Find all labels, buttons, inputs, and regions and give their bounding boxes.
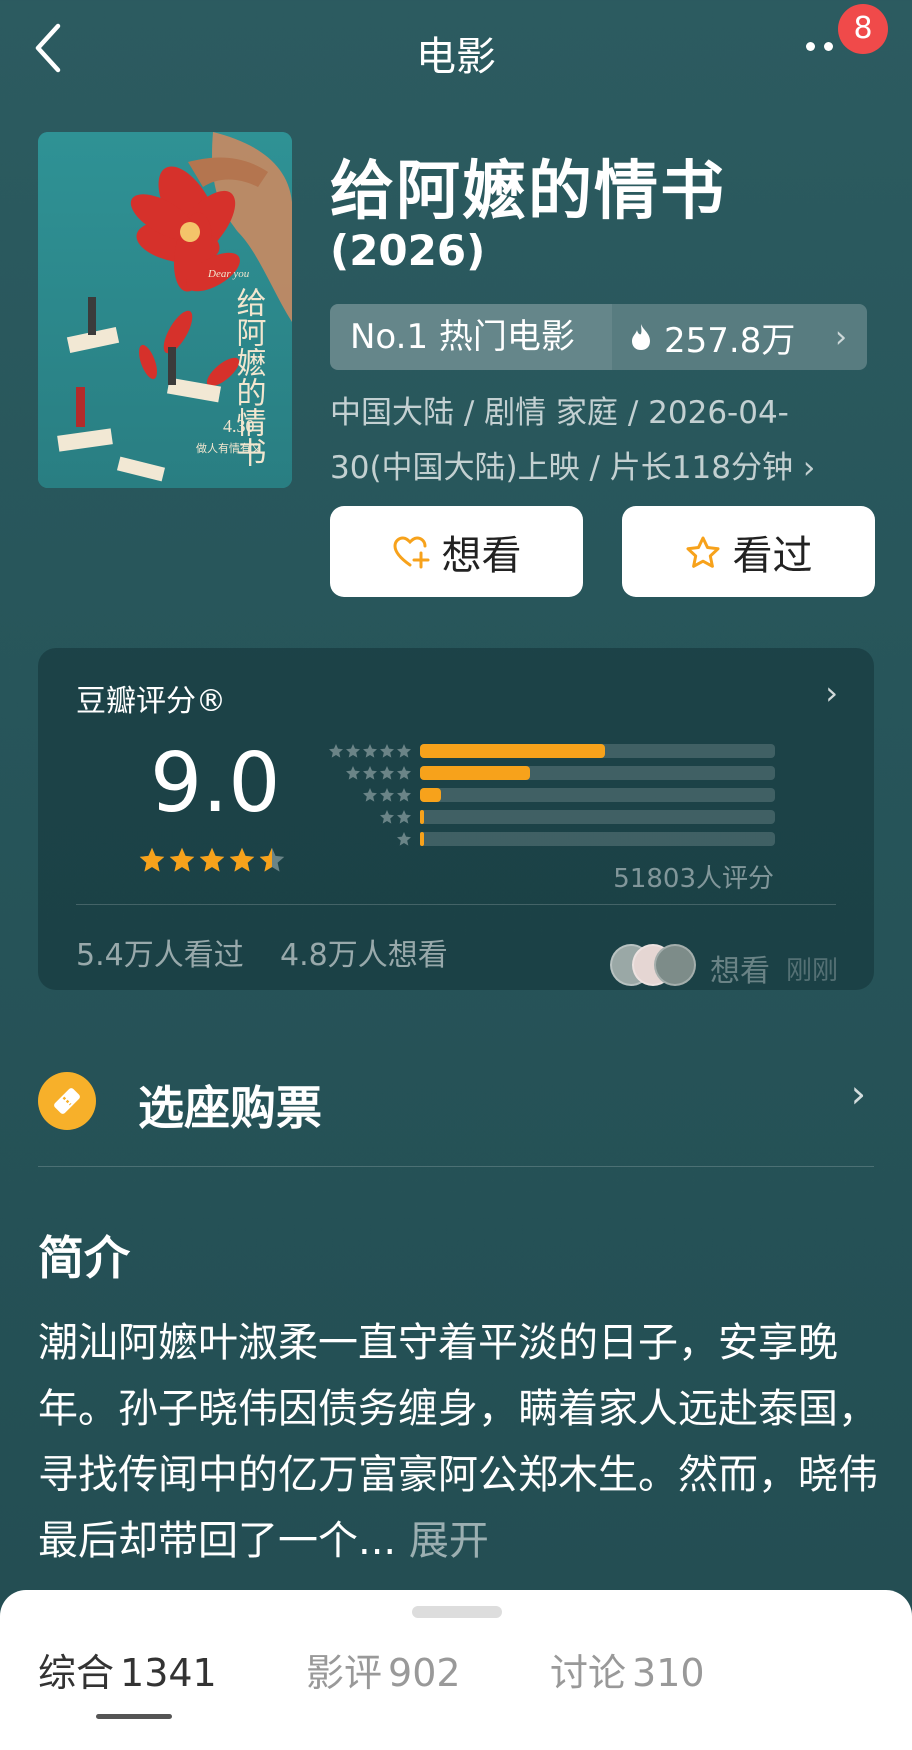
rating-bar-track xyxy=(420,744,775,758)
star-small-icon xyxy=(363,766,377,780)
star-filled-icon xyxy=(229,847,255,872)
intro-text: 潮汕阿嬷叶淑柔一直守着平淡的日子，安享晚年。孙子晓伟因债务缠身，瞒着家人远赴泰国… xyxy=(38,1310,880,1574)
rating-title: 豆瓣评分® xyxy=(76,684,226,719)
rating-row-5-star xyxy=(318,742,775,760)
star-small-icon xyxy=(397,744,411,758)
movie-title: 给阿嬷的情书 xyxy=(330,155,726,229)
poster-date-text: 4.30 xyxy=(223,416,255,436)
activity-action: 想看 xyxy=(710,954,770,989)
rating-row-1-star xyxy=(318,830,775,848)
heat-value-container: 257.8万 › xyxy=(612,304,867,370)
rating-bar-fill xyxy=(420,810,424,824)
rating-bar-fill xyxy=(420,788,441,802)
heat-value: 257.8万 xyxy=(664,320,796,361)
rank-label: No.1 热门电影 xyxy=(330,304,612,370)
page-title: 电影 xyxy=(416,34,496,80)
star-small-icon xyxy=(380,810,394,824)
watched-count: 5.4万人看过 xyxy=(76,938,244,973)
star-small-icon xyxy=(380,744,394,758)
star-small-icon xyxy=(397,810,411,824)
drag-handle[interactable] xyxy=(412,1606,502,1618)
top-bar: 电影 8 xyxy=(0,0,912,96)
expand-link[interactable]: 展开 xyxy=(396,1518,489,1564)
row-stars xyxy=(318,765,412,781)
chevron-right-icon: › xyxy=(850,1072,866,1116)
poster-tagline-text: 做人有情有义 xyxy=(196,441,262,455)
poster-art: 给阿嬷的情书 4.30 做人有情有义 Dear you xyxy=(38,132,292,488)
row-stars xyxy=(318,787,412,803)
ticket-icon xyxy=(38,1072,96,1130)
active-tab-indicator xyxy=(96,1714,172,1719)
star-small-icon xyxy=(363,788,377,802)
activity-time: 刚刚 xyxy=(786,956,839,986)
star-small-icon xyxy=(397,766,411,780)
tab-discussion[interactable]: 讨论 310 xyxy=(550,1642,705,1697)
friend-avatars xyxy=(610,944,710,986)
star-small-icon xyxy=(346,744,360,758)
star-small-icon xyxy=(380,788,394,802)
watched-button[interactable]: 看过 xyxy=(622,506,875,597)
star-small-icon xyxy=(397,832,411,846)
rating-row-4-star xyxy=(318,764,775,782)
buy-ticket-row[interactable]: 选座购票 › xyxy=(38,1060,874,1164)
hot-rank-bar[interactable]: No.1 热门电影 257.8万 › xyxy=(330,304,867,370)
intro-heading: 简介 xyxy=(38,1231,130,1285)
rating-count: 51803人评分 xyxy=(613,864,774,894)
star-small-icon xyxy=(397,788,411,802)
wish-count: 4.8万人想看 xyxy=(280,938,448,973)
chevron-right-icon: › xyxy=(792,450,816,486)
divider xyxy=(76,904,836,905)
star-filled-icon xyxy=(139,847,165,872)
want-label: 想看 xyxy=(441,532,522,579)
flame-icon xyxy=(632,324,650,350)
heart-plus-icon xyxy=(392,535,430,569)
douban-rating-card[interactable]: 豆瓣评分® › 9.0 51803人评分 5.4万人看过 4.8万人想看 想看 … xyxy=(38,648,874,990)
star-small-icon xyxy=(346,766,360,780)
rating-bar-fill xyxy=(420,832,424,846)
chevron-right-icon: › xyxy=(825,674,838,712)
rating-score: 9.0 xyxy=(150,736,281,831)
seen-label: 看过 xyxy=(732,532,813,579)
more-dots-icon xyxy=(806,42,815,51)
movie-poster[interactable]: 给阿嬷的情书 4.30 做人有情有义 Dear you xyxy=(38,132,292,488)
star-small-icon xyxy=(380,766,394,780)
movie-year: (2026) xyxy=(330,226,486,275)
star-filled-icon xyxy=(199,847,225,872)
star-filled-icon xyxy=(259,847,285,872)
chevron-right-icon: › xyxy=(835,319,847,355)
want-to-watch-button[interactable]: 想看 xyxy=(330,506,583,597)
bottom-sheet: 综合 1341 影评 902 讨论 310 xyxy=(0,1590,912,1750)
avatar xyxy=(654,944,696,986)
poster-title-text: 给阿嬷的情书 xyxy=(231,287,267,467)
rating-bar-track xyxy=(420,810,775,824)
movie-meta-text: 中国大陆 / 剧情 家庭 / 2026-04-30(中国大陆)上映 / 片长11… xyxy=(330,395,793,486)
row-stars xyxy=(318,809,412,825)
tab-reviews[interactable]: 影评 902 xyxy=(306,1642,461,1697)
rating-bar-fill xyxy=(420,766,530,780)
star-small-icon xyxy=(363,744,377,758)
rating-bar-track xyxy=(420,766,775,780)
movie-meta[interactable]: 中国大陆 / 剧情 家庭 / 2026-04-30(中国大陆)上映 / 片长11… xyxy=(330,386,870,496)
rating-row-3-star xyxy=(318,786,775,804)
tab-comprehensive[interactable]: 综合 1341 xyxy=(38,1642,217,1697)
rating-bar-track xyxy=(420,832,775,846)
rating-row-2-star xyxy=(318,808,775,826)
star-outline-icon xyxy=(685,535,721,569)
poster-dear-text: Dear you xyxy=(207,268,250,280)
rating-bar-track xyxy=(420,788,775,802)
rating-bar-fill xyxy=(420,744,605,758)
notification-badge[interactable]: 8 xyxy=(838,4,888,54)
divider xyxy=(38,1166,874,1167)
row-stars xyxy=(318,831,412,847)
star-small-icon xyxy=(329,744,343,758)
buy-ticket-label: 选座购票 xyxy=(138,1081,322,1135)
row-stars xyxy=(318,743,412,759)
rating-stars xyxy=(138,846,286,874)
star-filled-icon xyxy=(169,847,195,872)
